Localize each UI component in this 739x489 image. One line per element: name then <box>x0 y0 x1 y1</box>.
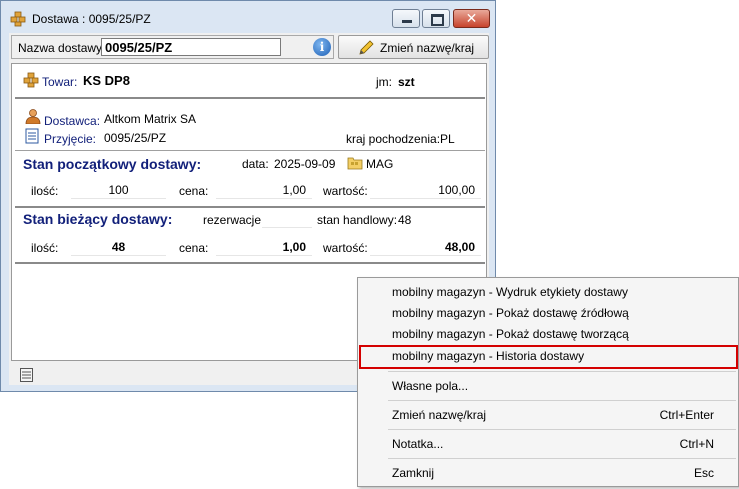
maximize-icon <box>423 10 449 27</box>
menu-item-label: mobilny magazyn - Pokaż dostawę źródłową <box>392 306 629 320</box>
minimize-button[interactable] <box>392 9 420 28</box>
product-value: KS DP8 <box>83 73 130 88</box>
menu-item-label: Zamknij <box>392 466 435 480</box>
country-value: PL <box>440 132 455 146</box>
menu-item-label: mobilny magazyn - Wydruk etykiety dostaw… <box>392 285 628 299</box>
supplier-value: Altkom Matrix SA <box>104 112 197 126</box>
receipt-label: Przyjęcie: <box>44 132 97 146</box>
title-bar[interactable]: Dostawa : 0095/25/PZ ✕ <box>1 1 495 33</box>
window-title: Dostawa : 0095/25/PZ <box>32 12 151 26</box>
menu-separator <box>388 429 736 430</box>
divider <box>15 262 485 264</box>
divider <box>15 97 485 99</box>
menu-item-show-creating-delivery[interactable]: mobilny magazyn - Pokaż dostawę tworzącą <box>360 324 736 345</box>
date-label: data: <box>242 157 269 171</box>
menu-item-label: Zmień nazwę/kraj <box>392 408 487 422</box>
context-menu: mobilny magazyn - Wydruk etykiety dostaw… <box>357 277 739 487</box>
reservations-value <box>262 211 312 228</box>
unit-value: szt <box>398 75 415 89</box>
pencil-icon <box>359 40 374 55</box>
initial-qty-value: 100 <box>71 182 166 199</box>
supplier-label: Dostawca: <box>44 114 101 128</box>
trade-stock-value: 48 <box>398 213 412 227</box>
reservations-label: rezerwacje: <box>203 213 265 227</box>
menu-item-shortcut: Ctrl+Enter <box>659 408 714 422</box>
boxes-icon <box>10 11 26 27</box>
delivery-name-input[interactable] <box>101 38 281 56</box>
current-value-value: 48,00 <box>370 239 481 256</box>
menu-item-rename[interactable]: Zmień nazwę/kraj Ctrl+Enter <box>360 405 736 426</box>
current-qty-label: ilość: <box>31 241 59 255</box>
menu-separator <box>388 458 736 459</box>
boxes-icon <box>23 72 39 88</box>
current-qty-value: 48 <box>71 239 166 256</box>
warehouse-value: MAG <box>366 157 394 171</box>
minimize-icon <box>393 10 419 27</box>
menu-item-close[interactable]: Zamknij Esc <box>360 463 736 484</box>
document-icon <box>25 128 39 144</box>
menu-item-show-source-delivery[interactable]: mobilny magazyn - Pokaż dostawę źródłową <box>360 303 736 324</box>
rename-button-label: Zmień nazwę/kraj <box>380 41 475 55</box>
info-icon[interactable]: i <box>313 38 331 56</box>
divider <box>15 206 485 208</box>
close-icon: ✕ <box>465 10 478 26</box>
delivery-name-bar: Nazwa dostawy: <box>11 35 334 59</box>
receipt-value: 0095/25/PZ <box>104 131 167 145</box>
date-value: 2025-09-09 <box>274 157 336 171</box>
unit-label: jm: <box>376 75 392 89</box>
current-state-header: Stan bieżący dostawy: <box>23 211 173 227</box>
menu-item-delivery-history[interactable]: mobilny magazyn - Historia dostawy <box>359 345 738 369</box>
menu-separator <box>388 400 736 401</box>
product-label: Towar: <box>42 75 78 89</box>
initial-price-value: 1,00 <box>216 182 312 199</box>
menu-item-print-label[interactable]: mobilny magazyn - Wydruk etykiety dostaw… <box>360 282 736 303</box>
menu-item-shortcut: Esc <box>693 466 714 480</box>
folder-icon <box>347 157 363 170</box>
menu-item-label: Notatka... <box>392 437 444 451</box>
delivery-name-label: Nazwa dostawy: <box>18 41 106 55</box>
initial-value-value: 100,00 <box>370 182 481 199</box>
menu-item-label: mobilny magazyn - Historia dostawy <box>392 349 585 363</box>
maximize-button[interactable] <box>422 9 450 28</box>
person-icon <box>25 109 41 124</box>
initial-value-label: wartość: <box>323 184 368 198</box>
close-button[interactable]: ✕ <box>453 9 490 28</box>
menu-separator <box>388 371 736 372</box>
menu-item-custom-fields[interactable]: Własne pola... <box>360 376 736 397</box>
country-label: kraj pochodzenia: <box>346 132 441 146</box>
trade-stock-label: stan handlowy: <box>317 213 398 227</box>
menu-item-note[interactable]: Notatka... Ctrl+N <box>360 434 736 455</box>
current-price-value: 1,00 <box>216 239 312 256</box>
rename-button[interactable]: Zmień nazwę/kraj <box>338 35 489 59</box>
divider <box>15 150 485 151</box>
current-price-label: cena: <box>179 241 209 255</box>
note-icon[interactable] <box>20 368 33 382</box>
menu-item-label: Własne pola... <box>392 379 469 393</box>
initial-qty-label: ilość: <box>31 184 59 198</box>
menu-item-shortcut: Ctrl+N <box>679 437 714 451</box>
initial-price-label: cena: <box>179 184 209 198</box>
current-value-label: wartość: <box>323 241 368 255</box>
menu-item-label: mobilny magazyn - Pokaż dostawę tworzącą <box>392 327 629 341</box>
initial-state-header: Stan początkowy dostawy: <box>23 156 202 172</box>
